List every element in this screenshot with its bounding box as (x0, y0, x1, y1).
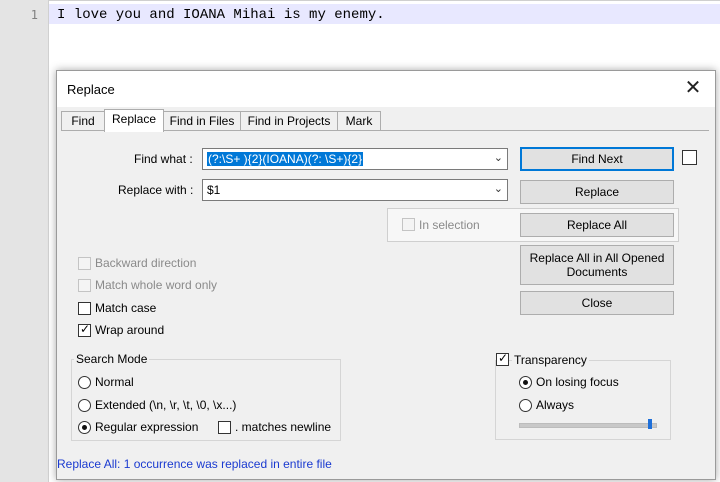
dialog-title-bar[interactable]: Replace ✕ (57, 71, 715, 107)
in-selection-label: In selection (419, 218, 480, 232)
close-icon[interactable]: ✕ (683, 77, 703, 99)
extended-radio[interactable] (78, 399, 91, 412)
wrap-around-checkbox[interactable]: ✓ (78, 322, 91, 337)
replace-all-opened-button[interactable]: Replace All in All Opened Documents (520, 245, 674, 285)
match-whole-word-label: Match whole word only (95, 278, 218, 292)
backward-direction-checkbox[interactable] (78, 257, 91, 270)
regex-label: Regular expression (95, 420, 199, 434)
tab-replace[interactable]: Replace (104, 109, 164, 132)
replace-dialog: Replace ✕ Find Replace Find in Files Fin… (56, 70, 716, 480)
regex-radio[interactable] (78, 421, 91, 434)
radio-selected-dot (523, 380, 528, 385)
backward-direction-label: Backward direction (95, 256, 197, 270)
always-label: Always (536, 398, 575, 412)
on-losing-focus-radio[interactable] (519, 376, 532, 389)
replace-button[interactable]: Replace (520, 180, 674, 204)
transparency-slider-thumb[interactable] (648, 419, 652, 429)
dialog-title: Replace (67, 82, 115, 97)
find-what-value: (?:\S+ ){2}(IOANA)(?: \S+){2} (207, 152, 364, 166)
tab-find[interactable]: Find (61, 111, 105, 131)
replace-all-button[interactable]: Replace All (520, 213, 674, 237)
match-whole-word-checkbox[interactable] (78, 279, 91, 292)
transparency-slider-track[interactable] (519, 423, 657, 428)
normal-radio[interactable] (78, 376, 91, 389)
on-losing-focus-label: On losing focus (536, 375, 619, 389)
status-message: Replace All: 1 occurrence was replaced i… (57, 457, 332, 471)
extra-checkbox[interactable] (682, 150, 697, 165)
find-next-button[interactable]: Find Next (520, 147, 674, 171)
transparency-title: Transparency (512, 353, 589, 367)
line-number-gutter: 1 (0, 0, 49, 482)
chevron-down-icon[interactable]: ⌄ (494, 182, 503, 195)
radio-selected-dot (82, 425, 87, 430)
find-what-input[interactable]: (?:\S+ ){2}(IOANA)(?: \S+){2} ⌄ (202, 148, 508, 170)
tab-find-in-projects[interactable]: Find in Projects (240, 111, 338, 131)
find-what-label: Find what : (134, 152, 193, 166)
in-selection-checkbox[interactable] (402, 218, 415, 231)
editor-line-text[interactable]: I love you and IOANA Mihai is my enemy. (57, 7, 385, 23)
matches-newline-checkbox[interactable] (218, 421, 231, 434)
tab-mark[interactable]: Mark (337, 111, 381, 131)
match-case-label: Match case (95, 301, 157, 315)
normal-label: Normal (95, 375, 134, 389)
search-mode-title: Search Mode (74, 352, 150, 366)
close-button[interactable]: Close (520, 291, 674, 315)
extended-label: Extended (\n, \r, \t, \0, \x...) (95, 398, 237, 412)
tab-find-in-files[interactable]: Find in Files (163, 111, 241, 131)
matches-newline-label: . matches newline (235, 420, 332, 434)
line-number: 1 (30, 8, 38, 22)
wrap-around-label: Wrap around (95, 323, 165, 337)
replace-with-label: Replace with : (118, 183, 194, 197)
chevron-down-icon[interactable]: ⌄ (494, 151, 503, 164)
always-radio[interactable] (519, 399, 532, 412)
check-icon: ✓ (80, 322, 91, 336)
match-case-checkbox[interactable] (78, 302, 91, 315)
check-icon: ✓ (498, 351, 509, 365)
replace-with-value: $1 (207, 183, 221, 197)
editor-top-edge (49, 0, 720, 1)
transparency-checkbox[interactable]: ✓ (496, 351, 509, 366)
replace-with-input[interactable]: $1 ⌄ (202, 179, 508, 201)
